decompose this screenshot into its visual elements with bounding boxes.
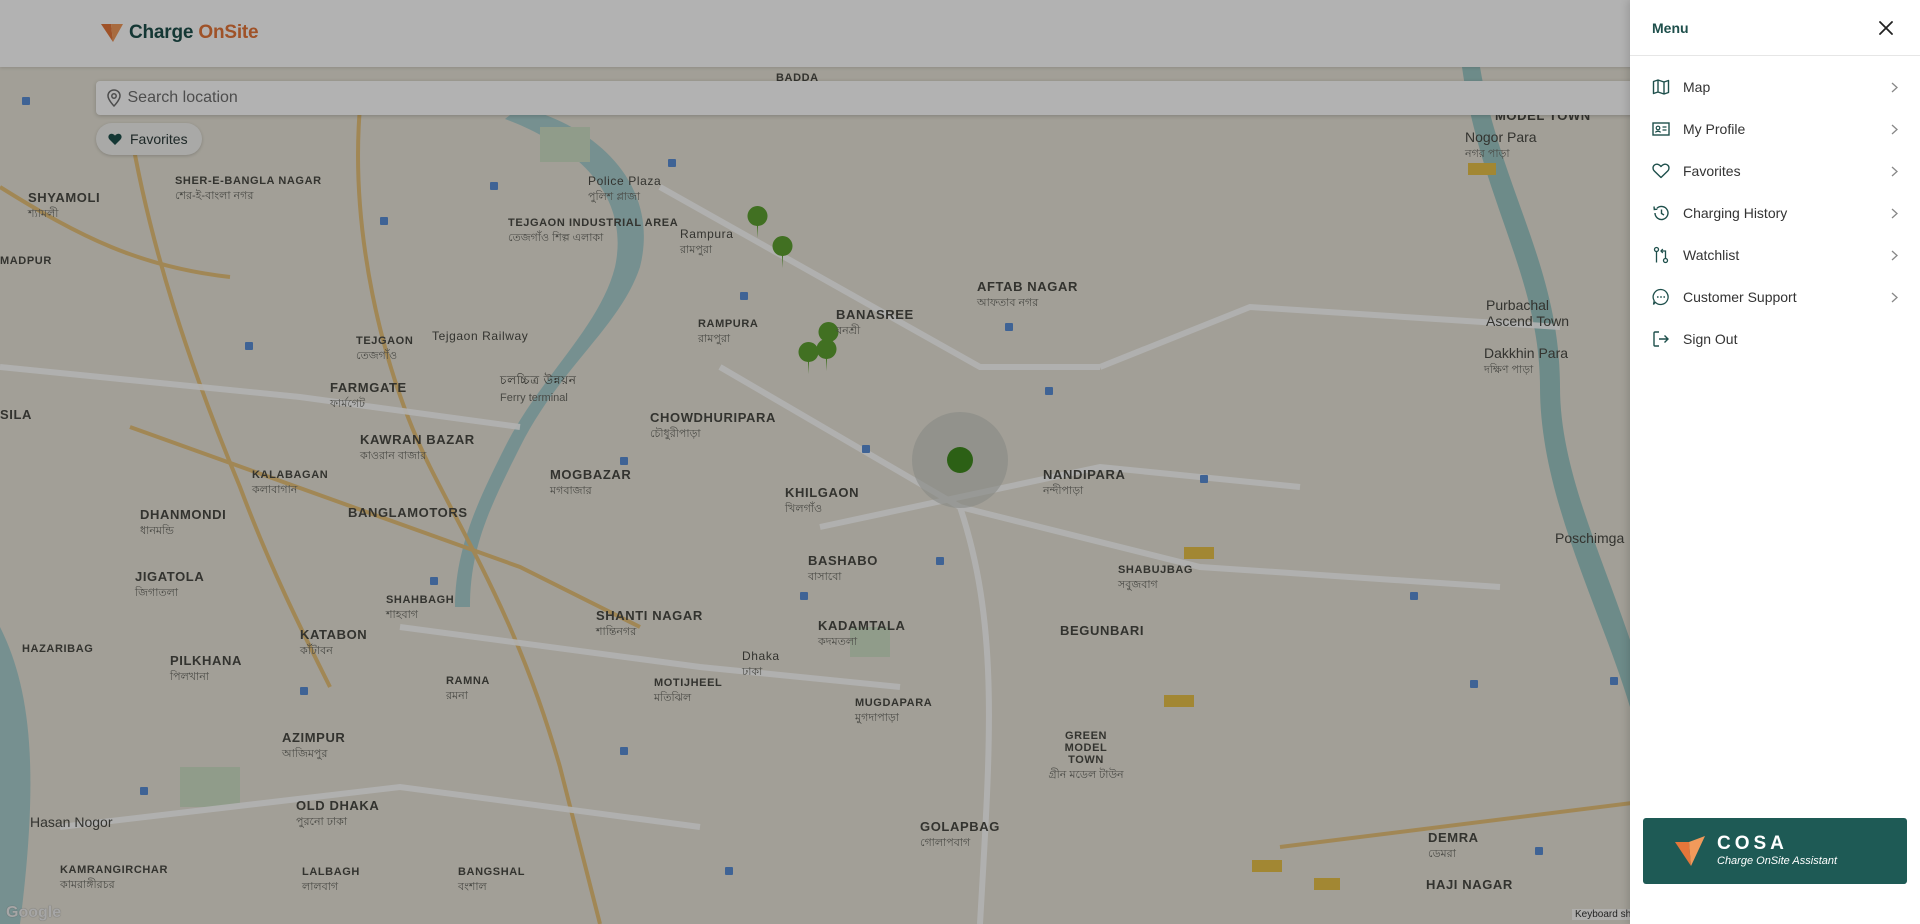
menu-item-map[interactable]: Map	[1630, 66, 1920, 108]
menu-item-customer-support[interactable]: Customer Support	[1630, 276, 1920, 318]
chevron-right-icon	[1888, 250, 1900, 261]
menu-item-watchlist[interactable]: Watchlist	[1630, 234, 1920, 276]
cosa-subtitle: Charge OnSite Assistant	[1717, 855, 1838, 867]
map-icon	[1651, 77, 1671, 97]
menu-overlay-scrim[interactable]	[0, 0, 1630, 924]
chevron-right-icon	[1888, 292, 1900, 303]
drawer-header: Menu	[1630, 0, 1920, 56]
menu-item-sign-out[interactable]: Sign Out	[1630, 318, 1920, 360]
menu-item-label: Map	[1683, 79, 1711, 95]
menu-title: Menu	[1652, 19, 1689, 36]
menu-item-label: Favorites	[1683, 163, 1741, 179]
menu-item-label: Charging History	[1683, 205, 1788, 221]
cosa-text: COSA Charge OnSite Assistant	[1717, 834, 1837, 868]
chevron-right-icon	[1888, 82, 1900, 93]
menu-item-charging-history[interactable]: Charging History	[1630, 192, 1920, 234]
menu-item-label: Sign Out	[1683, 331, 1738, 347]
menu-item-my-profile[interactable]: My Profile	[1630, 108, 1920, 150]
menu-item-label: Watchlist	[1683, 247, 1740, 263]
menu-item-label: My Profile	[1683, 121, 1746, 137]
menu-item-label: Customer Support	[1683, 289, 1797, 305]
cosa-title: COSA	[1717, 833, 1788, 854]
side-menu-drawer: Menu Map My Profile Favorites Charging H…	[1630, 0, 1920, 924]
history-icon	[1651, 203, 1671, 223]
git-compare-icon	[1651, 245, 1671, 265]
cosa-logo-icon	[1675, 836, 1705, 866]
close-menu-button[interactable]	[1876, 18, 1896, 38]
heart-icon	[1651, 161, 1671, 181]
close-icon	[1879, 20, 1893, 35]
id-card-icon	[1651, 119, 1671, 139]
menu-item-favorites[interactable]: Favorites	[1630, 150, 1920, 192]
chat-icon	[1651, 287, 1671, 307]
chevron-right-icon	[1888, 208, 1900, 219]
chevron-right-icon	[1888, 124, 1900, 135]
chevron-right-icon	[1888, 166, 1900, 177]
menu-list: Map My Profile Favorites Charging Histor…	[1630, 56, 1920, 360]
sign-out-icon	[1651, 329, 1671, 349]
cosa-assistant-button[interactable]: COSA Charge OnSite Assistant	[1643, 818, 1907, 884]
